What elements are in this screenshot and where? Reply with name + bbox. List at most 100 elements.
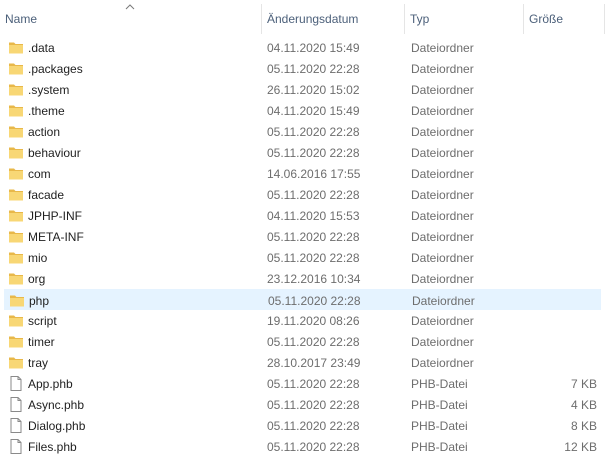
- cell-name: Dialog.phb: [28, 419, 86, 433]
- file-list-row[interactable]: Dialog.phb 05.11.2020 22:28 PHB-Datei 8 KB: [4, 415, 601, 436]
- file-list-row[interactable]: .data 04.11.2020 15:49 Dateiordner: [4, 37, 601, 58]
- file-icon: [10, 418, 22, 433]
- file-list-row[interactable]: timer 05.11.2020 22:28 Dateiordner: [4, 331, 601, 352]
- file-list-row[interactable]: com 14.06.2016 17:55 Dateiordner: [4, 163, 601, 184]
- cell-type: PHB-Datei: [411, 440, 468, 454]
- cell-date: 05.11.2020 22:28: [267, 251, 360, 265]
- file-list-row[interactable]: action 05.11.2020 22:28 Dateiordner: [4, 121, 601, 142]
- cell-type: Dateiordner: [411, 272, 474, 286]
- file-list-row[interactable]: .system 26.11.2020 15:02 Dateiordner: [4, 79, 601, 100]
- file-list-row[interactable]: .theme 04.11.2020 15:49 Dateiordner: [4, 100, 601, 121]
- cell-name: .packages: [28, 62, 83, 76]
- cell-type: Dateiordner: [411, 104, 474, 118]
- folder-icon: [9, 168, 23, 180]
- cell-date: 05.11.2020 22:28: [267, 419, 360, 433]
- cell-type: Dateiordner: [411, 230, 474, 244]
- folder-icon: [9, 336, 23, 348]
- cell-type: Dateiordner: [411, 209, 474, 223]
- file-icon: [10, 376, 22, 391]
- file-icon: [10, 439, 22, 454]
- cell-date: 05.11.2020 22:28: [267, 146, 360, 160]
- column-separator[interactable]: [604, 4, 605, 34]
- file-list-row[interactable]: org 23.12.2016 10:34 Dateiordner: [4, 268, 601, 289]
- file-list-row[interactable]: mio 05.11.2020 22:28 Dateiordner: [4, 247, 601, 268]
- folder-icon: [9, 315, 23, 327]
- cell-size: 12 KB: [564, 440, 597, 454]
- cell-type: PHB-Datei: [411, 377, 468, 391]
- file-list-row[interactable]: php 05.11.2020 22:28 Dateiordner: [4, 289, 601, 310]
- sort-ascending-icon: [125, 4, 135, 10]
- cell-name: .theme: [28, 104, 65, 118]
- cell-type: Dateiordner: [411, 356, 474, 370]
- cell-size: [524, 268, 597, 289]
- file-list-row[interactable]: JPHP-INF 04.11.2020 15:53 Dateiordner: [4, 205, 601, 226]
- cell-date: 26.11.2020 15:02: [267, 83, 360, 97]
- cell-type: PHB-Datei: [411, 398, 468, 412]
- folder-icon: [9, 105, 23, 117]
- cell-name: action: [28, 125, 61, 139]
- cell-size: [524, 142, 597, 163]
- cell-name: Files.phb: [28, 440, 77, 454]
- cell-size: [524, 58, 597, 79]
- cell-size: [524, 352, 597, 373]
- cell-name: META-INF: [28, 230, 84, 244]
- cell-type: Dateiordner: [411, 167, 474, 181]
- cell-size: [524, 121, 597, 142]
- folder-icon: [9, 126, 23, 138]
- cell-date: 05.11.2020 22:28: [267, 62, 360, 76]
- cell-date: 05.11.2020 22:28: [267, 335, 360, 349]
- cell-size: [524, 247, 597, 268]
- file-list-row[interactable]: behaviour 05.11.2020 22:28 Dateiordner: [4, 142, 601, 163]
- folder-icon: [10, 295, 24, 307]
- file-list-row[interactable]: Files.phb 05.11.2020 22:28 PHB-Datei 12 KB: [4, 436, 601, 457]
- folder-icon: [9, 42, 23, 54]
- cell-date: 05.11.2020 22:28: [267, 398, 360, 412]
- cell-type: Dateiordner: [412, 294, 475, 308]
- folder-icon: [9, 273, 23, 285]
- file-list-row[interactable]: META-INF 05.11.2020 22:28 Dateiordner: [4, 226, 601, 247]
- cell-type: Dateiordner: [411, 251, 474, 265]
- cell-type: Dateiordner: [411, 335, 474, 349]
- cell-date: 05.11.2020 22:28: [267, 125, 360, 139]
- file-list-row[interactable]: .packages 05.11.2020 22:28 Dateiordner: [4, 58, 601, 79]
- cell-type: Dateiordner: [411, 62, 474, 76]
- cell-type: Dateiordner: [411, 83, 474, 97]
- cell-name: App.phb: [28, 377, 73, 391]
- cell-date: 05.11.2020 22:28: [267, 440, 360, 454]
- column-header-bar: Name Änderungsdatum Typ Größe: [0, 0, 611, 36]
- cell-date: 14.06.2016 17:55: [267, 167, 361, 181]
- cell-size: [524, 310, 597, 331]
- column-header-date[interactable]: Änderungsdatum: [262, 0, 405, 36]
- cell-date: 04.11.2020 15:53: [267, 209, 360, 223]
- cell-name: php: [29, 294, 50, 308]
- cell-size: [524, 226, 597, 247]
- column-header-size[interactable]: Größe: [524, 0, 604, 36]
- cell-type: Dateiordner: [411, 146, 474, 160]
- cell-size: 7 KB: [570, 377, 597, 391]
- cell-date: 05.11.2020 22:28: [267, 230, 360, 244]
- cell-name: script: [28, 314, 57, 328]
- folder-icon: [9, 147, 23, 159]
- folder-icon: [9, 231, 23, 243]
- cell-name: JPHP-INF: [28, 209, 82, 223]
- cell-size: [524, 205, 597, 226]
- cell-date: 05.11.2020 22:28: [267, 188, 360, 202]
- cell-name: behaviour: [28, 146, 81, 160]
- cell-type: PHB-Datei: [411, 419, 468, 433]
- file-list-row[interactable]: App.phb 05.11.2020 22:28 PHB-Datei 7 KB: [4, 373, 601, 394]
- cell-name: timer: [28, 335, 55, 349]
- column-header-type[interactable]: Typ: [405, 0, 524, 36]
- file-list-row[interactable]: facade 05.11.2020 22:28 Dateiordner: [4, 184, 601, 205]
- cell-size: [524, 100, 597, 121]
- folder-icon: [9, 252, 23, 264]
- cell-name: .data: [28, 41, 55, 55]
- cell-date: 19.11.2020 08:26: [267, 314, 360, 328]
- file-list-row[interactable]: Async.phb 05.11.2020 22:28 PHB-Datei 4 KB: [4, 394, 601, 415]
- folder-icon: [9, 210, 23, 222]
- file-icon: [10, 397, 22, 412]
- cell-type: Dateiordner: [411, 314, 474, 328]
- cell-size: 4 KB: [570, 398, 597, 412]
- file-list-row[interactable]: script 19.11.2020 08:26 Dateiordner: [4, 310, 601, 331]
- file-list-row[interactable]: tray 28.10.2017 23:49 Dateiordner: [4, 352, 601, 373]
- cell-name: .system: [28, 83, 70, 97]
